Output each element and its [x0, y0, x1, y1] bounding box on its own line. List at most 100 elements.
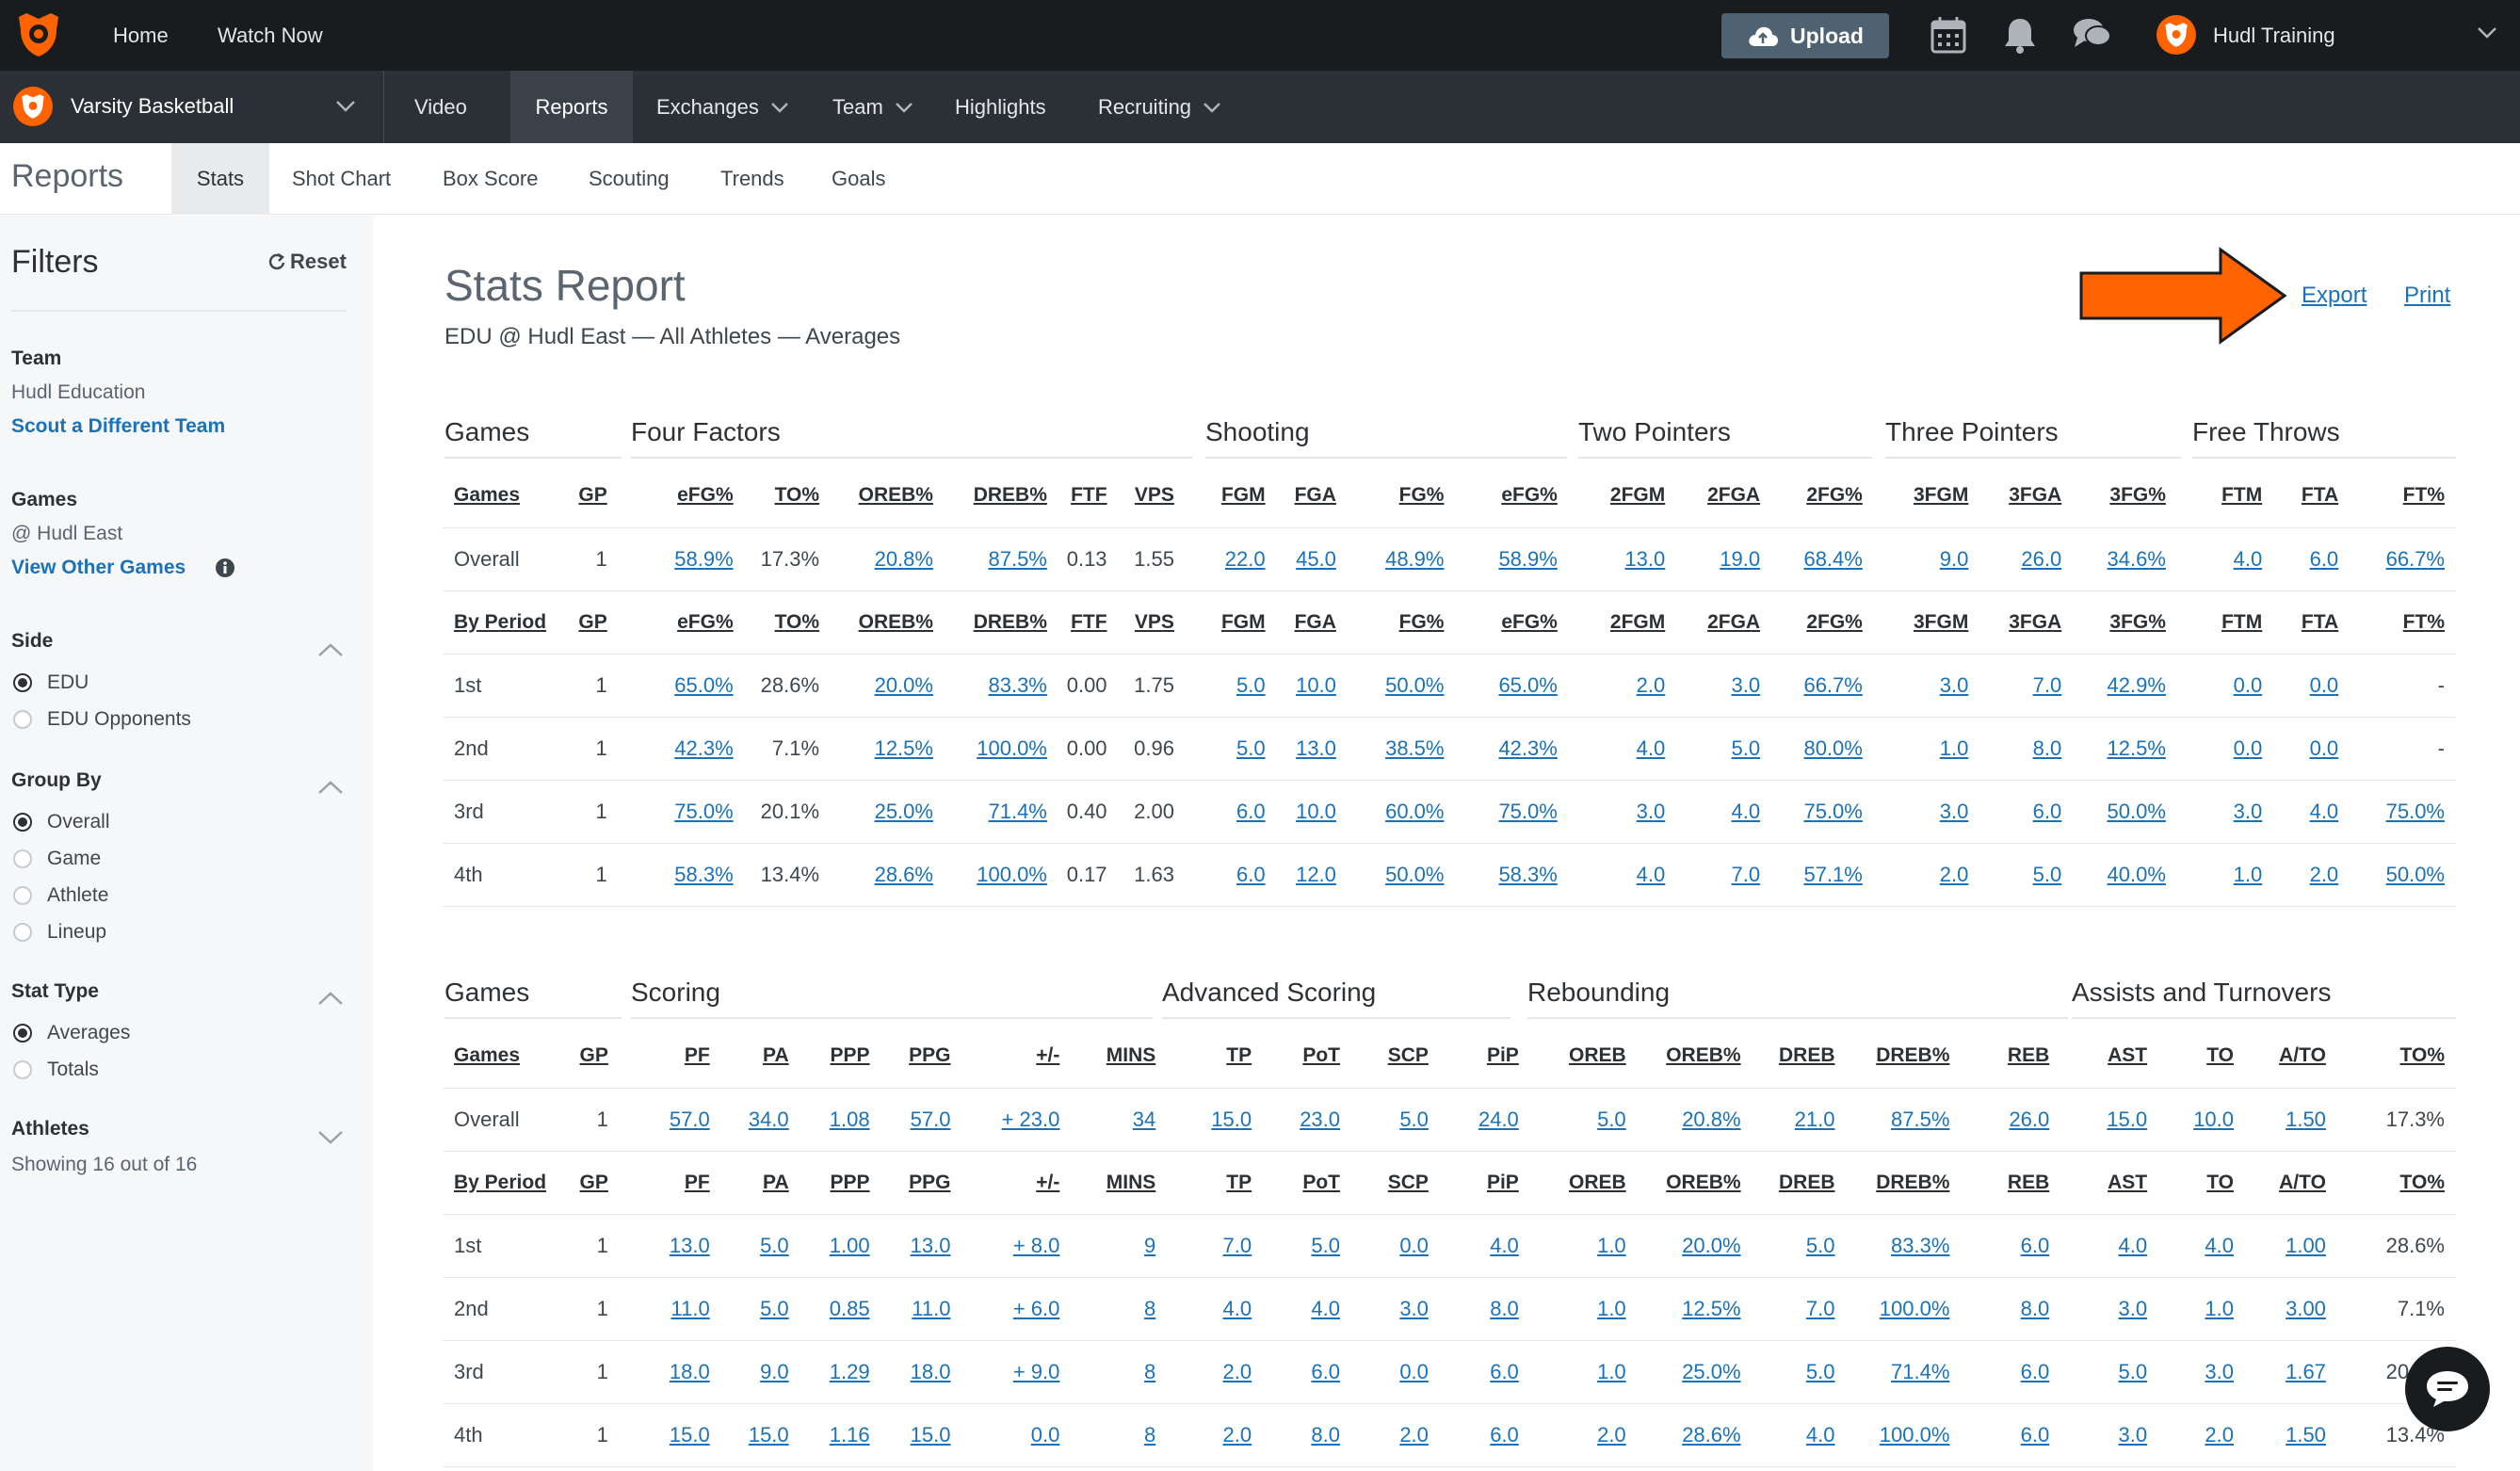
column-header[interactable]: 3FGA [1979, 464, 2074, 528]
table-cell[interactable]: 15.0 [2074, 1088, 2159, 1152]
table-cell[interactable]: 71.4% [1846, 1340, 1962, 1404]
column-header[interactable]: 2FGA [1676, 590, 1772, 655]
table-cell[interactable]: 8.0 [1439, 1277, 1530, 1341]
column-header[interactable]: 2FGM [1581, 464, 1677, 528]
table-cell[interactable]: 26.0 [1961, 1088, 2061, 1152]
table-cell[interactable]: 4.0 [1581, 717, 1677, 781]
table-cell[interactable]: 2.0 [2273, 843, 2350, 907]
table-cell[interactable]: 8 [1071, 1403, 1168, 1467]
table-cell[interactable]: 34.6% [2073, 527, 2177, 591]
table-cell[interactable]: 0.0 [2273, 717, 2350, 781]
table-cell[interactable]: 80.0% [1771, 717, 1874, 781]
table-cell[interactable]: 65.0% [631, 654, 745, 718]
chat-button[interactable] [2405, 1347, 2490, 1431]
table-cell[interactable]: 0.0 [2189, 717, 2274, 781]
table-cell[interactable]: 5.0 [2074, 1340, 2159, 1404]
column-header[interactable]: 2FG% [1771, 590, 1874, 655]
table-cell[interactable]: 0.85 [800, 1277, 881, 1341]
tab-scouting[interactable]: Scouting [589, 143, 670, 215]
nav-home[interactable]: Home [113, 0, 169, 71]
column-header[interactable]: OREB% [1637, 1151, 1753, 1215]
scout-different-team-link[interactable]: Scout a Different Team [11, 415, 225, 438]
table-cell[interactable]: 2.0 [1581, 654, 1677, 718]
column-header[interactable]: DREB% [944, 464, 1058, 528]
table-cell[interactable]: 1.67 [2245, 1340, 2337, 1404]
tab-box-score[interactable]: Box Score [443, 143, 539, 215]
table-cell[interactable]: 18.0 [632, 1340, 721, 1404]
table-cell[interactable]: 0.0 [1351, 1340, 1440, 1404]
table-cell[interactable]: 3.0 [2158, 1340, 2246, 1404]
column-header[interactable]: TO% [744, 590, 832, 655]
radio-game[interactable] [13, 849, 32, 868]
table-cell[interactable]: 5.0 [720, 1214, 800, 1278]
table-cell[interactable]: 3.00 [2245, 1277, 2337, 1341]
table-cell[interactable]: 10.0 [1276, 780, 1348, 844]
table-cell[interactable]: 8.0 [1263, 1403, 1352, 1467]
table-cell[interactable]: 75.0% [2350, 780, 2456, 844]
table-cell[interactable]: 11.0 [880, 1277, 962, 1341]
table-cell[interactable]: 15.0 [720, 1403, 800, 1467]
nav-highlights[interactable]: Highlights [955, 71, 1046, 143]
table-cell[interactable]: 0.0 [961, 1403, 1072, 1467]
column-header[interactable]: PF [632, 1151, 721, 1215]
table-cell[interactable]: 2.0 [2158, 1403, 2246, 1467]
table-cell[interactable]: 6.0 [1979, 780, 2074, 844]
column-header[interactable]: MINS [1071, 1151, 1168, 1215]
table-cell[interactable]: 20.8% [831, 527, 945, 591]
column-header[interactable]: PoT [1263, 1151, 1352, 1215]
table-cell[interactable]: 1.00 [2245, 1214, 2337, 1278]
nav-exchanges[interactable]: Exchanges [656, 71, 789, 143]
table-cell[interactable]: 25.0% [1637, 1340, 1753, 1404]
table-cell[interactable]: 23.0 [1263, 1088, 1352, 1152]
column-header[interactable]: VPS [1118, 464, 1186, 528]
view-other-games-link[interactable]: View Other Games [11, 557, 186, 579]
table-cell[interactable]: 5.0 [1198, 717, 1277, 781]
table-cell[interactable]: 2.0 [1180, 1340, 1264, 1404]
table-cell[interactable]: 75.0% [631, 780, 745, 844]
table-cell[interactable]: 3.0 [1886, 780, 1980, 844]
radio-overall[interactable] [13, 813, 32, 832]
table-cell[interactable]: 3.0 [1351, 1277, 1440, 1341]
table-cell[interactable]: 5.0 [1676, 717, 1772, 781]
table-cell[interactable]: 5.0 [1543, 1088, 1638, 1152]
table-cell[interactable]: 5.0 [1752, 1214, 1847, 1278]
table-cell[interactable]: 5.0 [1263, 1214, 1352, 1278]
table-cell[interactable]: 6.0 [1198, 843, 1277, 907]
column-header[interactable]: 3FGM [1886, 590, 1980, 655]
column-header[interactable]: FTF [1058, 590, 1119, 655]
table-cell[interactable]: 4.0 [2074, 1214, 2159, 1278]
table-cell[interactable]: 24.0 [1439, 1088, 1530, 1152]
table-cell[interactable]: 3.0 [1581, 780, 1677, 844]
table-cell[interactable]: 4.0 [2189, 527, 2274, 591]
column-header[interactable]: By Period [443, 590, 559, 655]
table-cell[interactable]: 1.0 [1543, 1214, 1638, 1278]
table-cell[interactable]: 3.0 [2074, 1403, 2159, 1467]
column-header[interactable]: 3FG% [2073, 464, 2177, 528]
table-cell[interactable]: 75.0% [1771, 780, 1874, 844]
table-cell[interactable]: 8 [1071, 1340, 1168, 1404]
table-cell[interactable]: 65.0% [1455, 654, 1569, 718]
column-header[interactable]: FTA [2273, 464, 2350, 528]
table-cell[interactable]: 4.0 [1439, 1214, 1530, 1278]
nav-video[interactable]: Video [397, 71, 484, 143]
radio-lineup[interactable] [13, 923, 32, 942]
chevron-down-icon[interactable] [2477, 26, 2497, 44]
table-cell[interactable]: 9.0 [720, 1340, 800, 1404]
table-cell[interactable]: 75.0% [1455, 780, 1569, 844]
team-selector[interactable]: Varsity Basketball [0, 71, 384, 143]
table-cell[interactable]: 87.5% [944, 527, 1058, 591]
column-header[interactable]: PPG [880, 1025, 962, 1089]
column-header[interactable]: FGM [1198, 464, 1277, 528]
column-header[interactable]: eFG% [631, 590, 745, 655]
radio-athlete[interactable] [13, 886, 32, 905]
column-header[interactable]: FG% [1347, 464, 1456, 528]
chevron-up-icon[interactable] [316, 641, 345, 658]
table-cell[interactable]: 4.0 [1752, 1403, 1847, 1467]
table-cell[interactable]: 6.0 [2273, 527, 2350, 591]
column-header[interactable]: 3FGM [1886, 464, 1980, 528]
column-header[interactable]: GP [558, 1025, 620, 1089]
column-header[interactable]: eFG% [1455, 590, 1569, 655]
table-cell[interactable]: 50.0% [1347, 843, 1456, 907]
table-cell[interactable]: 4.0 [1581, 843, 1677, 907]
table-cell[interactable]: 4.0 [2273, 780, 2350, 844]
